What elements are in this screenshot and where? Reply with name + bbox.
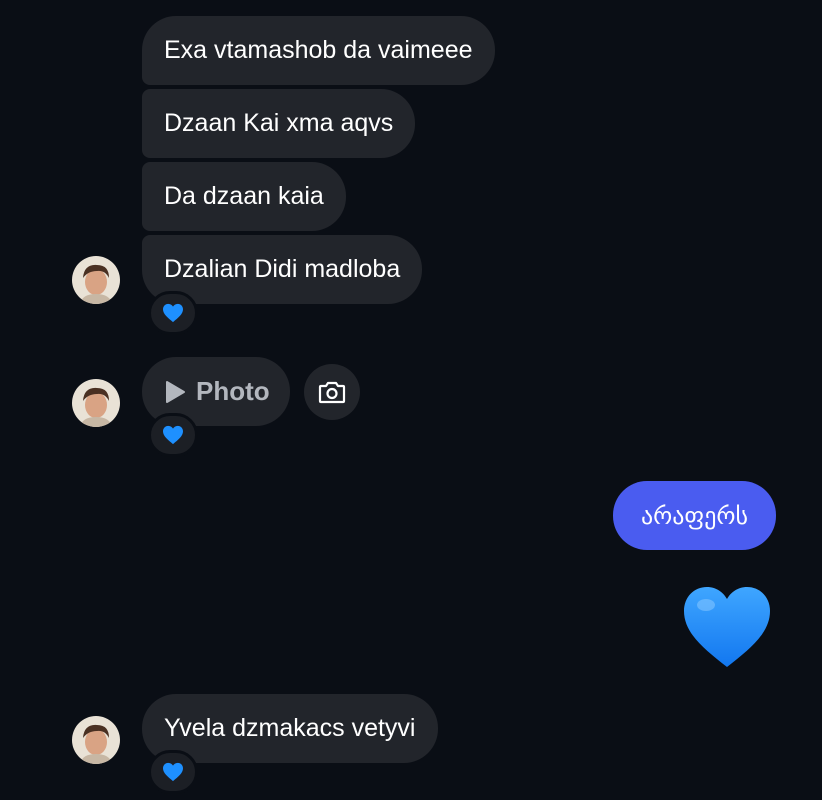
- outgoing-message-bubble[interactable]: არაფერს: [613, 481, 776, 550]
- avatar-image: [72, 716, 120, 764]
- blue-heart-icon: [163, 425, 183, 445]
- camera-button[interactable]: [304, 364, 360, 420]
- avatar-image: [72, 379, 120, 427]
- sender-avatar[interactable]: [72, 716, 120, 764]
- message-text: Dzaan Kai xma aqvs: [164, 109, 394, 137]
- blue-heart-icon: [163, 303, 183, 323]
- message-text: არაფერს: [640, 501, 749, 530]
- blue-heart-icon: [163, 762, 183, 782]
- message-text: Da dzaan kaia: [164, 182, 324, 210]
- reaction-badge[interactable]: [148, 413, 198, 457]
- message-bubble[interactable]: Da dzaan kaia: [142, 162, 346, 231]
- photo-label: Photo: [196, 376, 270, 406]
- sender-avatar[interactable]: [72, 379, 120, 427]
- blue-heart-emoji-icon[interactable]: [682, 585, 772, 669]
- message-text: Dzalian Didi madloba: [164, 255, 401, 283]
- message-text: Yvela dzmakacs vetyvi: [164, 714, 416, 742]
- message-bubble[interactable]: Dzaan Kai xma aqvs: [142, 89, 416, 158]
- reaction-badge[interactable]: [148, 291, 198, 335]
- camera-icon: [318, 381, 346, 404]
- avatar-image: [72, 256, 120, 304]
- sender-avatar[interactable]: [72, 256, 120, 304]
- play-icon: [166, 380, 185, 403]
- reaction-badge[interactable]: [148, 750, 198, 794]
- message-bubble[interactable]: Exa vtamashob da vaimeee: [142, 16, 495, 85]
- message-text: Exa vtamashob da vaimeee: [164, 36, 473, 64]
